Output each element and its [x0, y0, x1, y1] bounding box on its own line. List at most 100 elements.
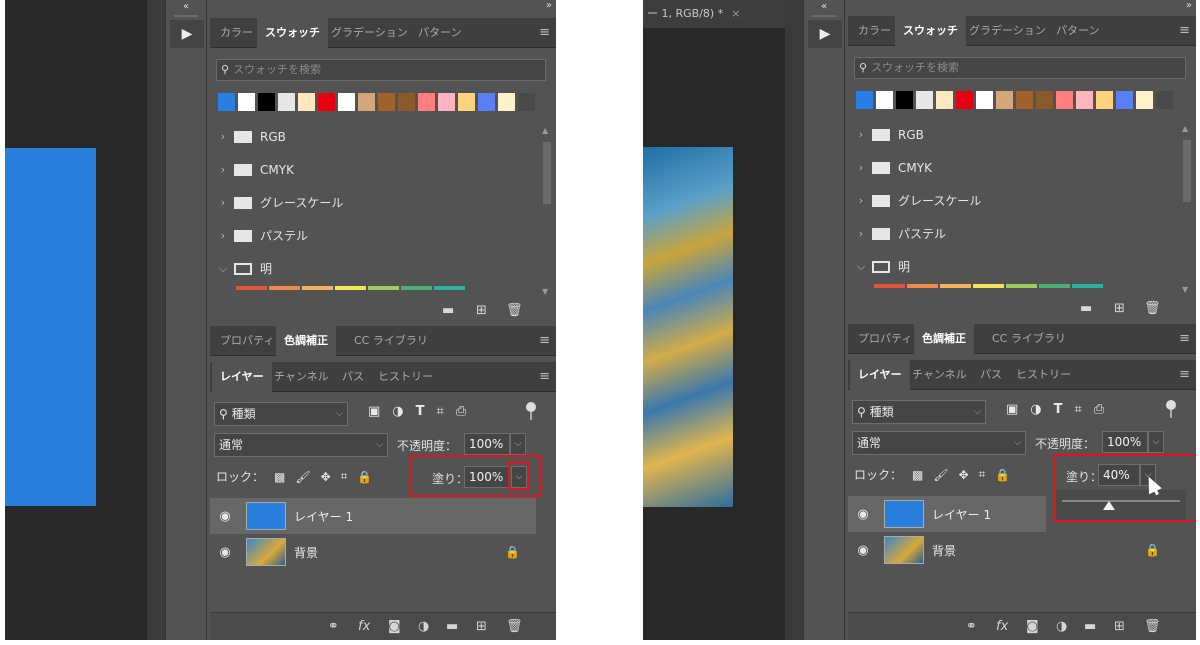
swatch-chip[interactable]: [976, 91, 993, 109]
swatch-chip[interactable]: [358, 93, 375, 111]
folder-icon[interactable]: ▬: [1084, 619, 1096, 634]
opacity-input[interactable]: 100%: [464, 433, 510, 455]
tab-history[interactable]: ヒストリー: [1008, 360, 1079, 390]
new-icon[interactable]: ⊞: [1114, 619, 1125, 634]
swatch-chip[interactable]: [874, 284, 905, 288]
swatch-chip[interactable]: [335, 286, 366, 290]
swatch-chip[interactable]: [401, 286, 432, 290]
blend-mode-select[interactable]: 通常 ⌵: [214, 433, 388, 457]
scroll-up-icon[interactable]: ▲: [1182, 124, 1188, 133]
lock-transparent-icon[interactable]: ▩: [274, 470, 285, 484]
folder-icon[interactable]: ▬: [446, 619, 458, 634]
swatch-chip[interactable]: [940, 284, 971, 288]
collapse-panels-icon[interactable]: «: [804, 2, 844, 12]
chevron-right-icon[interactable]: ›: [854, 194, 868, 207]
swatch-chip[interactable]: [368, 286, 399, 290]
swatch-folder[interactable]: › RGB: [854, 118, 1176, 151]
opacity-input[interactable]: 100%: [1102, 431, 1148, 453]
tab-channels[interactable]: チャンネル: [266, 362, 337, 392]
tab-swatches[interactable]: スウォッチ: [257, 18, 328, 48]
panel-menu-icon[interactable]: ≡: [539, 18, 550, 48]
tab-color[interactable]: カラー: [850, 16, 899, 46]
strip-grip[interactable]: [174, 15, 198, 17]
swatch-chip[interactable]: [1072, 284, 1103, 288]
swatch-search-input[interactable]: ⚲ スウォッチを検索: [854, 57, 1186, 79]
swatch-chip[interactable]: [318, 93, 335, 111]
chevron-right-icon[interactable]: ›: [854, 161, 868, 174]
swatch-chip[interactable]: [1076, 91, 1093, 109]
link-icon[interactable]: ⚭: [966, 619, 977, 634]
trash-icon[interactable]: 🗑: [1144, 619, 1161, 634]
swatch-chip[interactable]: [973, 284, 1004, 288]
swatch-chip[interactable]: [236, 286, 267, 290]
tab-patterns[interactable]: パターン: [410, 18, 469, 48]
document-tab[interactable]: ー 1, RGB/8) * ×: [643, 0, 785, 28]
adjustment-layer-icon[interactable]: ◑: [418, 619, 429, 634]
swatch-search-input[interactable]: ⚲ スウォッチを検索: [216, 59, 546, 81]
image-filter-icon[interactable]: ▣: [1006, 402, 1018, 417]
layer-row[interactable]: ◉ 背景 🔒: [210, 534, 536, 570]
tab-paths[interactable]: パス: [972, 360, 1010, 390]
lock-all-icon[interactable]: 🔒: [357, 470, 372, 484]
swatch-chip[interactable]: [1096, 91, 1113, 109]
chevron-down-icon[interactable]: ⌵: [216, 262, 230, 276]
tab-gradients[interactable]: グラデーション: [323, 18, 416, 48]
chevron-down-icon[interactable]: ⌵: [854, 260, 868, 274]
eye-icon[interactable]: ◉: [210, 545, 240, 560]
lock-all-icon[interactable]: 🔒: [995, 468, 1010, 482]
smartobject-filter-icon[interactable]: ⎙: [1094, 402, 1104, 417]
swatch-folder[interactable]: › CMYK: [854, 151, 1176, 184]
expand-panels-icon[interactable]: »: [1186, 0, 1192, 11]
smartobject-filter-icon[interactable]: ⎙: [456, 404, 466, 419]
eye-icon[interactable]: ◉: [210, 509, 240, 524]
swatch-scrollbar[interactable]: ▲ ▼: [1182, 124, 1192, 294]
expand-panels-icon[interactable]: »: [546, 0, 552, 11]
swatch-folder[interactable]: › CMYK: [216, 153, 536, 186]
layer-kind-filter[interactable]: ⚲ 種類 ⌵: [852, 400, 986, 424]
chevron-right-icon[interactable]: ›: [216, 163, 230, 176]
swatch-chip[interactable]: [269, 286, 300, 290]
lock-transparent-icon[interactable]: ▩: [912, 468, 923, 482]
opacity-dropdown-button[interactable]: ⌵: [510, 433, 526, 455]
swatch-chip[interactable]: [418, 93, 435, 111]
mask-icon[interactable]: ◙: [388, 619, 401, 634]
swatch-chip[interactable]: [378, 93, 395, 111]
swatch-chip[interactable]: [1006, 284, 1037, 288]
swatch-chip[interactable]: [434, 286, 465, 290]
link-icon[interactable]: ⚭: [328, 619, 339, 634]
blend-mode-select[interactable]: 通常 ⌵: [852, 431, 1026, 455]
swatch-folder[interactable]: › グレースケール: [216, 186, 536, 219]
swatch-folder[interactable]: › RGB: [216, 120, 536, 153]
swatch-folder[interactable]: › グレースケール: [854, 184, 1176, 217]
mask-icon[interactable]: ◙: [1026, 619, 1039, 634]
lock-paint-icon[interactable]: 🖌: [933, 468, 948, 482]
scroll-down-icon[interactable]: ▼: [542, 287, 548, 296]
strip-grip[interactable]: [812, 15, 836, 17]
filter-toggle-icon[interactable]: [1166, 400, 1176, 418]
layer-row[interactable]: ◉ レイヤー 1: [848, 496, 1046, 532]
tab-adjustments[interactable]: 色調補正: [914, 324, 974, 354]
eye-icon[interactable]: ◉: [848, 507, 878, 522]
swatch-chip[interactable]: [1036, 91, 1053, 109]
new-group-folder-icon[interactable]: ▬: [442, 303, 454, 318]
tab-history[interactable]: ヒストリー: [370, 362, 441, 392]
swatch-chip[interactable]: [1136, 91, 1153, 109]
swatch-chip[interactable]: [1056, 91, 1073, 109]
chevron-right-icon[interactable]: ›: [216, 229, 230, 242]
swatch-chip[interactable]: [458, 93, 475, 111]
swatch-chip[interactable]: [876, 91, 893, 109]
tab-properties[interactable]: プロパティ: [212, 326, 282, 356]
swatch-chip[interactable]: [996, 91, 1013, 109]
filter-toggle-icon[interactable]: [526, 402, 536, 420]
swatch-folder[interactable]: › パステル: [216, 219, 536, 252]
swatch-folder[interactable]: ⌵ 明: [854, 250, 1176, 283]
tab-cc-libraries[interactable]: CC ライブラリ: [984, 324, 1074, 354]
lock-artboard-icon[interactable]: ⌗: [979, 467, 986, 482]
swatch-chip[interactable]: [238, 93, 255, 111]
swatch-folder[interactable]: › パステル: [854, 217, 1176, 250]
swatch-chip[interactable]: [916, 91, 933, 109]
swatch-chip[interactable]: [302, 286, 333, 290]
layer-row[interactable]: ◉ 背景 🔒: [848, 532, 1176, 568]
trash-icon[interactable]: 🗑: [506, 619, 523, 634]
fx-icon[interactable]: fx: [358, 619, 370, 634]
